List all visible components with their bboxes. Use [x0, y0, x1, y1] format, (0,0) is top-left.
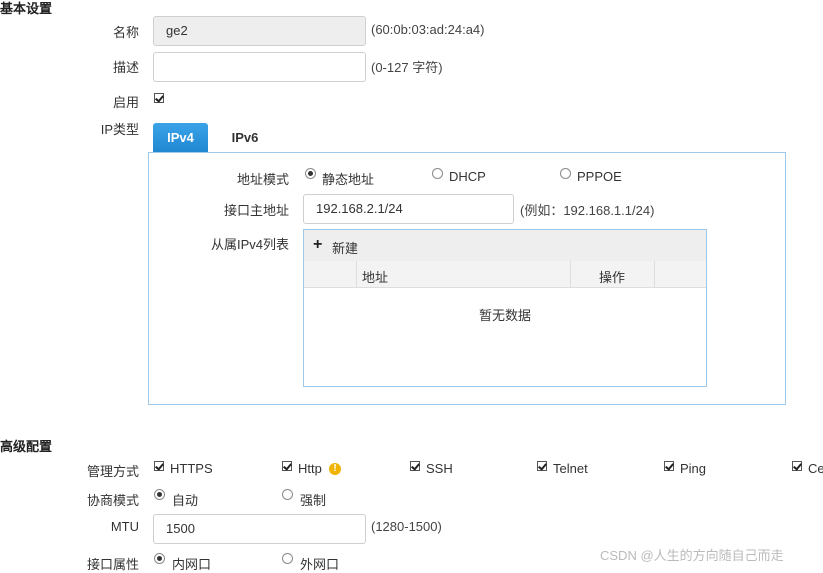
mac-hint: (60:0b:03:ad:24:a4) [371, 22, 485, 37]
mtu-label: MTU [110, 519, 139, 534]
name-label: 名称 [112, 25, 139, 40]
empty-text: 暂无数据 [478, 308, 531, 323]
name-field[interactable]: ge2 [153, 16, 366, 46]
description-label: 描述 [112, 60, 139, 75]
mode-static-radio[interactable] [305, 168, 316, 179]
mtu-hint: (1280-1500) [371, 519, 442, 534]
negotiation-label: 协商模式 [86, 493, 139, 508]
attr-internal-label[interactable]: 内网口 [172, 554, 211, 573]
secondary-ipv4-label: 从属IPv4列表 [210, 237, 289, 252]
tab-ipv6[interactable]: IPv6 [220, 123, 270, 153]
description-hint: (0-127 字符) [371, 60, 443, 75]
address-mode-label: 地址模式 [236, 172, 289, 187]
attr-internal-radio[interactable] [154, 553, 165, 564]
mgmt-https-label[interactable]: HTTPS [170, 461, 213, 476]
enable-label: 启用 [112, 95, 139, 110]
mgmt-telnet-checkbox[interactable] [537, 461, 547, 471]
column-address[interactable]: 地址 [362, 267, 388, 286]
plus-icon[interactable]: + [313, 236, 322, 254]
mode-pppoe-radio[interactable] [560, 168, 571, 179]
negotiation-force-radio[interactable] [282, 489, 293, 500]
mgmt-ping-checkbox[interactable] [664, 461, 674, 471]
attr-external-radio[interactable] [282, 553, 293, 564]
primary-address-label: 接口主地址 [223, 203, 289, 218]
negotiation-force-label[interactable]: 强制 [300, 490, 326, 509]
watermark: CSDN @人生的方向随自己而走 [600, 548, 784, 563]
mgmt-http-checkbox[interactable] [282, 461, 292, 471]
tab-ipv4[interactable]: IPv4 [153, 123, 208, 153]
mode-pppoe-label[interactable]: PPPOE [577, 169, 622, 184]
warning-icon[interactable]: ! [329, 463, 341, 475]
basic-section-title: 基本设置 [0, 1, 53, 16]
mgmt-telnet-label[interactable]: Telnet [553, 461, 588, 476]
mgmt-ssh-label[interactable]: SSH [426, 461, 453, 476]
ip-type-label: IP类型 [100, 122, 139, 137]
mgmt-http-label[interactable]: Http [298, 461, 322, 476]
primary-address-hint: (例如：192.168.1.1/24) [520, 203, 655, 218]
mode-dhcp-label[interactable]: DHCP [449, 169, 486, 184]
column-operation[interactable]: 操作 [599, 267, 625, 286]
negotiation-auto-label[interactable]: 自动 [172, 490, 198, 509]
ipv4-panel: 地址模式 静态地址 DHCP PPPOE 接口主地址 192.168.2.1/2… [148, 152, 786, 405]
mgmt-https-checkbox[interactable] [154, 461, 164, 471]
mode-static-label[interactable]: 静态地址 [322, 169, 374, 188]
mgmt-ssh-checkbox[interactable] [410, 461, 420, 471]
new-button[interactable]: 新建 [332, 238, 358, 257]
negotiation-auto-radio[interactable] [154, 489, 165, 500]
secondary-ipv4-table: + 新建 地址 操作 暂无数据 [303, 229, 707, 387]
table-toolbar [304, 230, 706, 262]
mgmt-ce-checkbox[interactable] [792, 461, 802, 471]
management-label: 管理方式 [86, 464, 139, 479]
mtu-input[interactable]: 1500 [153, 514, 366, 544]
advanced-section-title: 高级配置 [0, 439, 53, 454]
mgmt-ce-label[interactable]: Ce [808, 461, 823, 476]
interface-attr-label: 接口属性 [86, 557, 139, 572]
enable-checkbox[interactable] [154, 93, 164, 103]
mode-dhcp-radio[interactable] [432, 168, 443, 179]
attr-external-label[interactable]: 外网口 [300, 554, 339, 573]
primary-address-input[interactable]: 192.168.2.1/24 [303, 194, 514, 224]
description-field[interactable] [153, 52, 366, 82]
mgmt-ping-label[interactable]: Ping [680, 461, 706, 476]
